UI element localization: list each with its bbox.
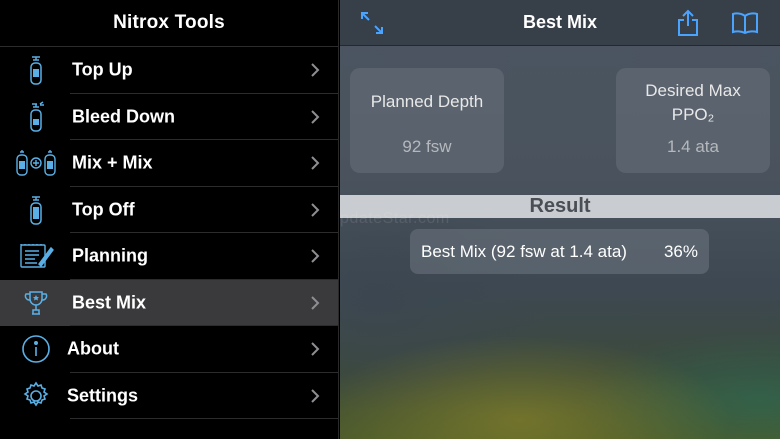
sidebar-item-about[interactable]: About (0, 326, 338, 373)
chevron-right-icon (311, 63, 320, 77)
expand-icon[interactable] (357, 8, 387, 38)
sidebar-item-label: Best Mix (72, 292, 147, 313)
planned-depth-label: Planned Depth (370, 92, 484, 111)
sidebar-item-mix-mix[interactable]: Mix + Mix (0, 140, 338, 187)
chevron-right-icon (311, 156, 320, 170)
sidebar-item-top-up[interactable]: Top Up (0, 47, 338, 94)
sidebar-item-label: Settings (67, 385, 139, 406)
tank-icon (14, 193, 58, 227)
sidebar-item-planning[interactable]: Planning (0, 233, 338, 280)
chevron-right-icon (311, 110, 320, 124)
tank-bleed-icon (14, 100, 58, 134)
sidebar-item-label: Top Off (72, 199, 135, 220)
sidebar-item-settings[interactable]: Settings (0, 373, 338, 420)
sidebar-menu: Top Up Bleed Down Mix + Mix Top Off Plan… (0, 47, 338, 419)
book-icon[interactable] (730, 8, 760, 38)
sidebar-item-top-off[interactable]: Top Off (0, 187, 338, 234)
best-mix-result-label: Best Mix (92 fsw at 1.4 ata) (421, 241, 627, 261)
desired-max-ppo2-field[interactable]: Desired Max PPO₂ 1.4 ata (616, 68, 770, 173)
sidebar: Nitrox Tools Top Up Bleed Down Mix + Mix… (0, 0, 339, 439)
notepad-icon (14, 239, 58, 273)
tank-icon (14, 53, 58, 87)
sidebar-item-label: About (67, 338, 119, 359)
chevron-right-icon (311, 203, 320, 217)
page-title: Best Mix (522, 12, 598, 32)
gear-icon (14, 379, 58, 413)
navigation-bar: Best Mix (340, 0, 780, 46)
best-mix-result-value: 36% (663, 241, 698, 261)
chevron-right-icon (311, 296, 320, 310)
sidebar-header: Nitrox Tools (0, 0, 338, 47)
watermark: UpdateStar.com (340, 210, 450, 227)
sidebar-title: Nitrox Tools (113, 12, 225, 33)
mix-tanks-icon (14, 146, 58, 180)
desired-max-ppo2-value: 1.4 ata (667, 137, 719, 156)
sidebar-item-label: Bleed Down (72, 106, 176, 127)
sidebar-item-best-mix[interactable]: Best Mix (0, 279, 338, 326)
share-icon[interactable] (673, 8, 703, 38)
sidebar-item-bleed-down[interactable]: Bleed Down (0, 94, 338, 141)
info-icon (14, 332, 58, 366)
chevron-right-icon (311, 389, 320, 403)
chevron-right-icon (311, 249, 320, 263)
desired-max-ppo2-label: Desired Max PPO₂ (645, 81, 741, 124)
result-title: Result (529, 195, 591, 217)
planned-depth-value: 92 fsw (402, 137, 452, 156)
chevron-right-icon (311, 342, 320, 356)
planned-depth-field[interactable]: Planned Depth 92 fsw (350, 68, 504, 173)
sidebar-item-label: Planning (72, 245, 148, 266)
sidebar-item-label: Mix + Mix (72, 152, 153, 173)
sidebar-item-label: Top Up (72, 59, 133, 80)
main-panel: Best Mix Planned Depth 92 fsw Desired Ma… (340, 0, 780, 439)
trophy-icon (14, 286, 58, 320)
best-mix-result: Best Mix (92 fsw at 1.4 ata) 36% (410, 229, 709, 274)
